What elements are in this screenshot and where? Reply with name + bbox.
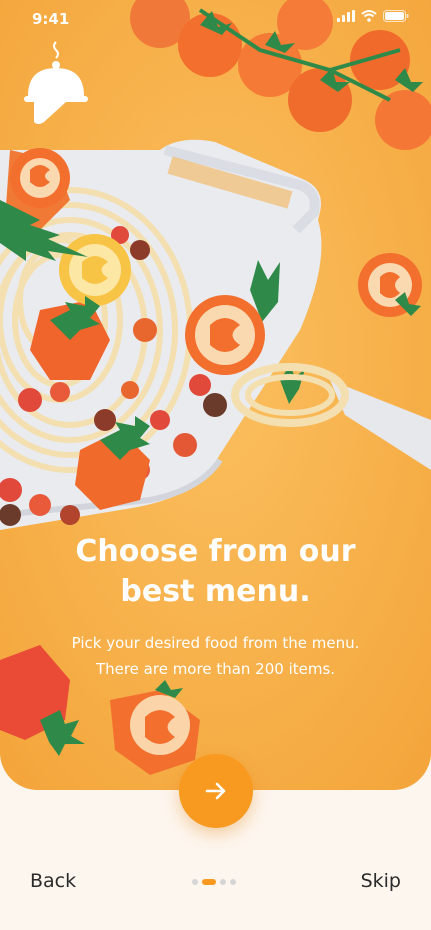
status-icons xyxy=(337,10,409,22)
subtitle-line-2: There are more than 200 items. xyxy=(95,660,336,678)
onboarding-headline: Choose from our best menu. xyxy=(0,532,431,612)
hero-illustration: 9:41 Choose from our best menu. Pick you… xyxy=(0,0,431,790)
cellular-signal-icon xyxy=(337,10,355,22)
tomato-slice-center xyxy=(185,295,265,375)
pagination-dot[interactable] xyxy=(220,879,226,885)
arrow-right-icon xyxy=(205,782,226,800)
headline-line-1: Choose from our xyxy=(75,534,356,569)
cloche-logo-icon xyxy=(24,41,88,124)
next-button[interactable] xyxy=(179,754,253,828)
status-time: 9:41 xyxy=(32,10,70,28)
status-bar: 9:41 xyxy=(0,0,431,36)
back-button[interactable]: Back xyxy=(30,870,76,892)
pagination-dots xyxy=(192,879,236,885)
onboarding-subtitle: Pick your desired food from the menu. Th… xyxy=(0,630,431,682)
pagination-dot-active[interactable] xyxy=(202,879,216,885)
pagination-dot[interactable] xyxy=(230,879,236,885)
headline-line-2: best menu. xyxy=(120,574,311,609)
battery-icon xyxy=(383,10,409,22)
skip-button[interactable]: Skip xyxy=(361,870,401,892)
pagination-dot[interactable] xyxy=(192,879,198,885)
subtitle-line-1: Pick your desired food from the menu. xyxy=(71,634,360,652)
tomato-slice-right xyxy=(358,253,422,317)
wifi-icon xyxy=(361,10,377,22)
